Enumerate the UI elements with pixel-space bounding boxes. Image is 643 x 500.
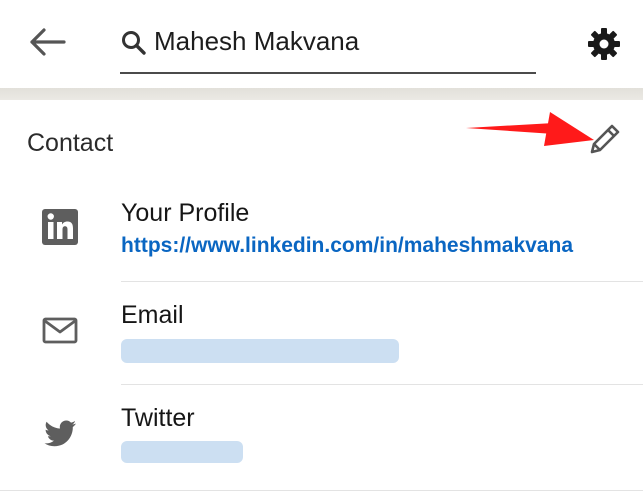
twitter-icon [44,420,76,447]
linkedin-icon [42,209,78,245]
gear-icon [588,28,620,60]
header-divider [0,88,643,100]
section-bottom-divider [0,490,643,491]
section-title: Contact [27,129,114,157]
annotation-arrow-icon [466,112,594,146]
pencil-icon [590,124,620,154]
twitter-value-redacted[interactable] [121,441,243,463]
contact-row-email: Email [0,282,643,385]
settings-button[interactable] [584,24,624,64]
twitter-label: Twitter [121,404,195,432]
email-icon [42,317,78,344]
contact-row-twitter: Twitter [0,385,643,490]
arrow-left-icon [30,28,66,56]
search-field[interactable]: Mahesh Makvana [120,24,536,74]
top-bar: Mahesh Makvana [0,0,643,88]
profile-link[interactable]: https://www.linkedin.com/in/maheshmakvan… [121,234,573,258]
email-value-redacted[interactable] [121,339,399,363]
edit-contact-button[interactable] [584,120,624,160]
search-icon [122,31,146,55]
email-label: Email [121,301,184,329]
contact-row-profile: Your Profile https://www.linkedin.com/in… [0,186,643,282]
back-button[interactable] [22,22,70,62]
profile-label: Your Profile [121,199,250,227]
search-input[interactable]: Mahesh Makvana [154,26,359,57]
search-underline [120,72,536,74]
